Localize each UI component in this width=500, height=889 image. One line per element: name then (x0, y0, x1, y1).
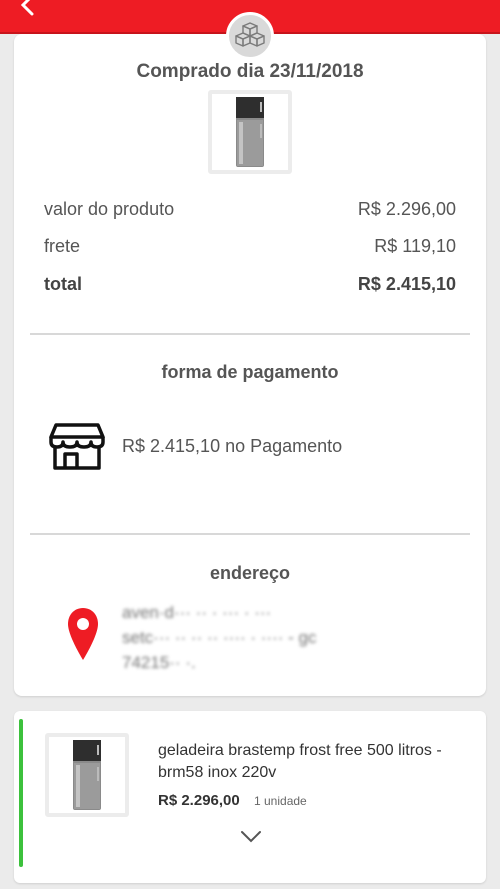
fridge-icon (236, 97, 264, 167)
address-line: 74215·· ·. (122, 653, 196, 672)
address-line: setc··· ·· ·· ·· ···· · ···· - gc (122, 628, 317, 647)
product-value-label: valor do produto (44, 199, 175, 219)
order-details-card: Comprado dia 23/11/2018 valor do produto… (14, 34, 486, 696)
address-line: aven·d··· ·· · ··· · ··· (122, 603, 272, 622)
divider (30, 533, 470, 535)
divider (30, 333, 470, 335)
address-section-title: endereço (209, 563, 291, 583)
status-indicator (19, 719, 23, 867)
address-text: aven·d··· ·· · ··· · ··· setc··· ·· ·· ·… (122, 600, 316, 675)
product-image[interactable] (208, 90, 292, 174)
item-image[interactable] (45, 733, 129, 817)
item-quantity: 1 unidade (254, 794, 307, 808)
item-price: R$ 2.296,00 (158, 792, 240, 809)
total-amount: R$ 2.415,10 (357, 274, 456, 294)
store-icon (49, 423, 105, 470)
chevron-down-icon[interactable] (240, 829, 262, 845)
item-name: geladeira brastemp frost free 500 litros… (158, 742, 442, 781)
shipping-amount: R$ 119,10 (374, 236, 456, 256)
shipping-label: frete (44, 236, 81, 256)
fridge-icon (73, 740, 101, 810)
boxes-icon (226, 12, 274, 60)
order-item-card[interactable]: geladeira brastemp frost free 500 litros… (14, 711, 486, 883)
total-label: total (44, 274, 82, 294)
chevron-left-icon[interactable] (14, 0, 40, 18)
payment-section-title: forma de pagamento (161, 362, 339, 382)
payment-method-text: R$ 2.415,10 no Pagamento (122, 436, 343, 456)
map-pin-icon (68, 608, 98, 660)
product-value-amount: R$ 2.296,00 (357, 199, 456, 219)
purchase-date-title: Comprado dia 23/11/2018 (136, 61, 364, 82)
